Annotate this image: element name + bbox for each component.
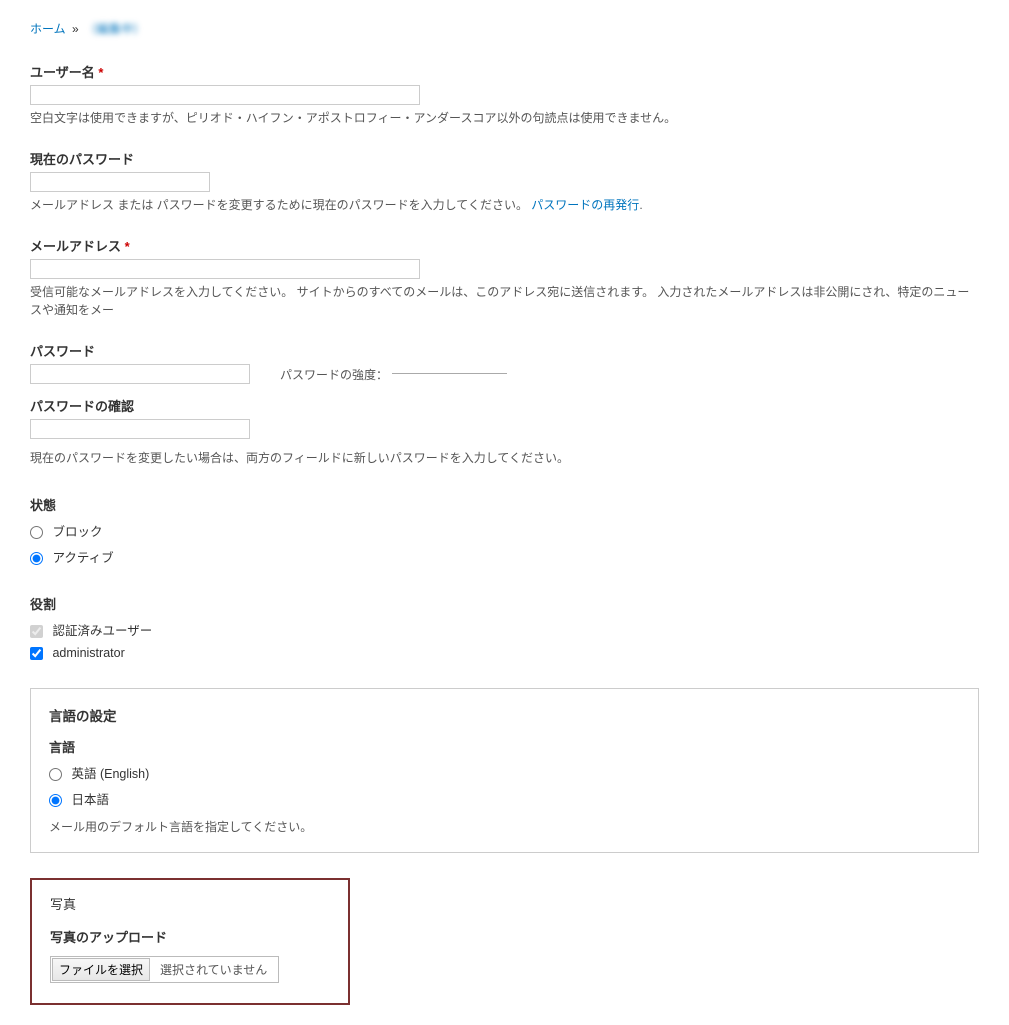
language-option-english-label: 英語 (English) — [71, 767, 149, 781]
username-label: ユーザー名 * — [30, 62, 979, 81]
email-label: メールアドレス * — [30, 236, 979, 255]
username-label-text: ユーザー名 — [30, 65, 95, 80]
current-password-field: 現在のパスワード メールアドレス または パスワードを変更するために現在のパスワ… — [30, 149, 979, 214]
current-password-desc-text: メールアドレス または パスワードを変更するために現在のパスワードを入力してくだ… — [30, 198, 531, 212]
email-field: メールアドレス * 受信可能なメールアドレスを入力してください。 サイトからのす… — [30, 236, 979, 319]
status-option-blocked[interactable]: ブロック — [30, 521, 979, 540]
role-authenticated-label: 認証済みユーザー — [52, 624, 152, 638]
username-input[interactable] — [30, 85, 420, 105]
password-group: パスワード パスワードの強度： パスワードの確認 現在のパスワードを変更したい場… — [30, 341, 979, 467]
language-label: 言語 — [49, 737, 960, 756]
username-field: ユーザー名 * 空白文字は使用できますが、ピリオド・ハイフン・アポストロフィー・… — [30, 62, 979, 127]
current-password-desc-suffix: . — [639, 198, 642, 212]
password-confirm-field: パスワードの確認 — [30, 396, 979, 439]
role-authenticated-checkbox — [30, 625, 43, 638]
reset-password-link[interactable]: パスワードの再発行 — [531, 198, 639, 212]
role-administrator[interactable]: administrator — [30, 646, 979, 660]
email-label-text: メールアドレス — [30, 239, 121, 254]
language-option-japanese-label: 日本語 — [71, 793, 109, 807]
language-description: メール用のデフォルト言語を指定してください。 — [49, 818, 960, 836]
file-select-status: 選択されていません — [150, 961, 277, 978]
language-radio-english[interactable] — [49, 768, 62, 781]
file-input-wrapper[interactable]: ファイルを選択 選択されていません — [50, 956, 279, 983]
breadcrumb: ホーム » （編集中） — [30, 20, 979, 37]
password-label: パスワード — [30, 341, 979, 360]
status-option-active[interactable]: アクティブ — [30, 547, 979, 566]
language-option-english[interactable]: 英語 (English) — [49, 763, 960, 782]
status-option-active-label: アクティブ — [52, 551, 113, 565]
breadcrumb-current: （編集中） — [85, 22, 145, 36]
status-label: 状態 — [30, 495, 979, 514]
current-password-input[interactable] — [30, 172, 210, 192]
password-field: パスワード パスワードの強度： — [30, 341, 979, 384]
email-description: 受信可能なメールアドレスを入力してください。 サイトからのすべてのメールは、この… — [30, 283, 979, 319]
password-strength-bar — [392, 373, 507, 374]
photo-fieldset: 写真 写真のアップロード ファイルを選択 選択されていません — [30, 878, 350, 1005]
required-marker: * — [125, 239, 130, 254]
role-administrator-checkbox[interactable] — [30, 647, 43, 660]
photo-fieldset-title: 写真 — [50, 894, 330, 913]
status-group: 状態 ブロック アクティブ — [30, 495, 979, 566]
password-confirm-input[interactable] — [30, 419, 250, 439]
password-strength-label: パスワードの強度： — [280, 368, 388, 382]
breadcrumb-separator: » — [72, 22, 79, 36]
language-fieldset-title: 言語の設定 — [49, 705, 960, 725]
password-confirm-label: パスワードの確認 — [30, 396, 979, 415]
current-password-description: メールアドレス または パスワードを変更するために現在のパスワードを入力してくだ… — [30, 196, 979, 214]
username-description: 空白文字は使用できますが、ピリオド・ハイフン・アポストロフィー・アンダースコア以… — [30, 109, 979, 127]
file-select-button[interactable]: ファイルを選択 — [52, 958, 150, 981]
status-radio-blocked[interactable] — [30, 526, 43, 539]
email-input[interactable] — [30, 259, 420, 279]
password-input[interactable] — [30, 364, 250, 384]
role-authenticated: 認証済みユーザー — [30, 620, 979, 639]
roles-label: 役割 — [30, 594, 979, 613]
status-option-blocked-label: ブロック — [52, 525, 102, 539]
role-administrator-label: administrator — [52, 646, 124, 660]
breadcrumb-home[interactable]: ホーム — [30, 22, 66, 36]
required-marker: * — [98, 65, 103, 80]
language-fieldset: 言語の設定 言語 英語 (English) 日本語 メール用のデフォルト言語を指… — [30, 688, 979, 853]
language-option-japanese[interactable]: 日本語 — [49, 789, 960, 808]
roles-group: 役割 認証済みユーザー administrator — [30, 594, 979, 660]
password-confirm-description: 現在のパスワードを変更したい場合は、両方のフィールドに新しいパスワードを入力して… — [30, 449, 979, 467]
current-password-label: 現在のパスワード — [30, 149, 979, 168]
status-radio-active[interactable] — [30, 552, 43, 565]
language-radio-japanese[interactable] — [49, 794, 62, 807]
password-strength: パスワードの強度： — [280, 366, 507, 383]
photo-upload-label: 写真のアップロード — [50, 927, 330, 946]
